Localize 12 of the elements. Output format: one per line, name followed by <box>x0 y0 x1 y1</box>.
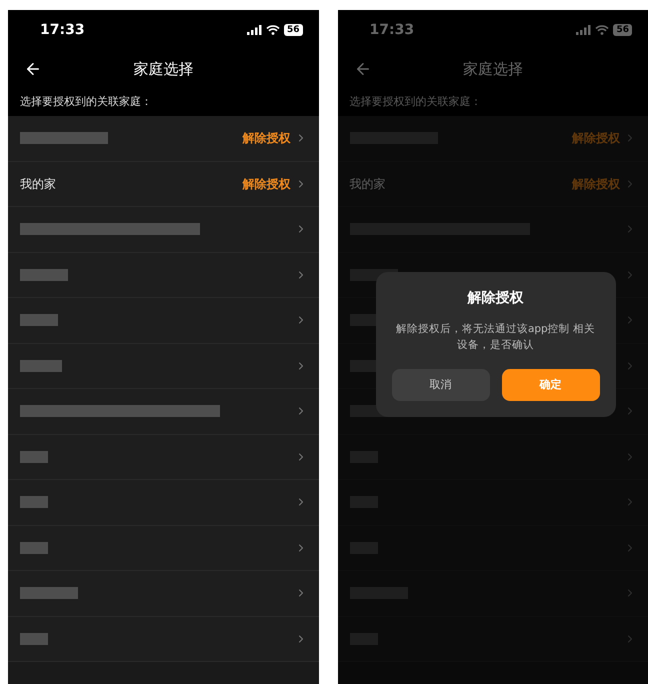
battery-indicator: 56 <box>284 24 302 36</box>
status-time: 17:33 <box>370 20 414 40</box>
status-time: 17:33 <box>40 20 85 40</box>
family-name: 我的家 <box>20 176 56 193</box>
dialog-message: 解除授权后，将无法通过该app控制 相关设备，是否确认 <box>394 322 596 353</box>
page-title: 家庭选择 <box>133 58 194 80</box>
page-title: 家庭选择 <box>462 58 523 80</box>
subtitle-text: 选择要授权到的关联家庭： <box>20 94 152 110</box>
family-name: 我的家 <box>350 176 386 193</box>
battery-indicator: 56 <box>613 24 632 36</box>
dialog-title: 解除授权 <box>468 289 524 308</box>
subtitle-text: 选择要授权到的关联家庭： <box>350 94 482 110</box>
